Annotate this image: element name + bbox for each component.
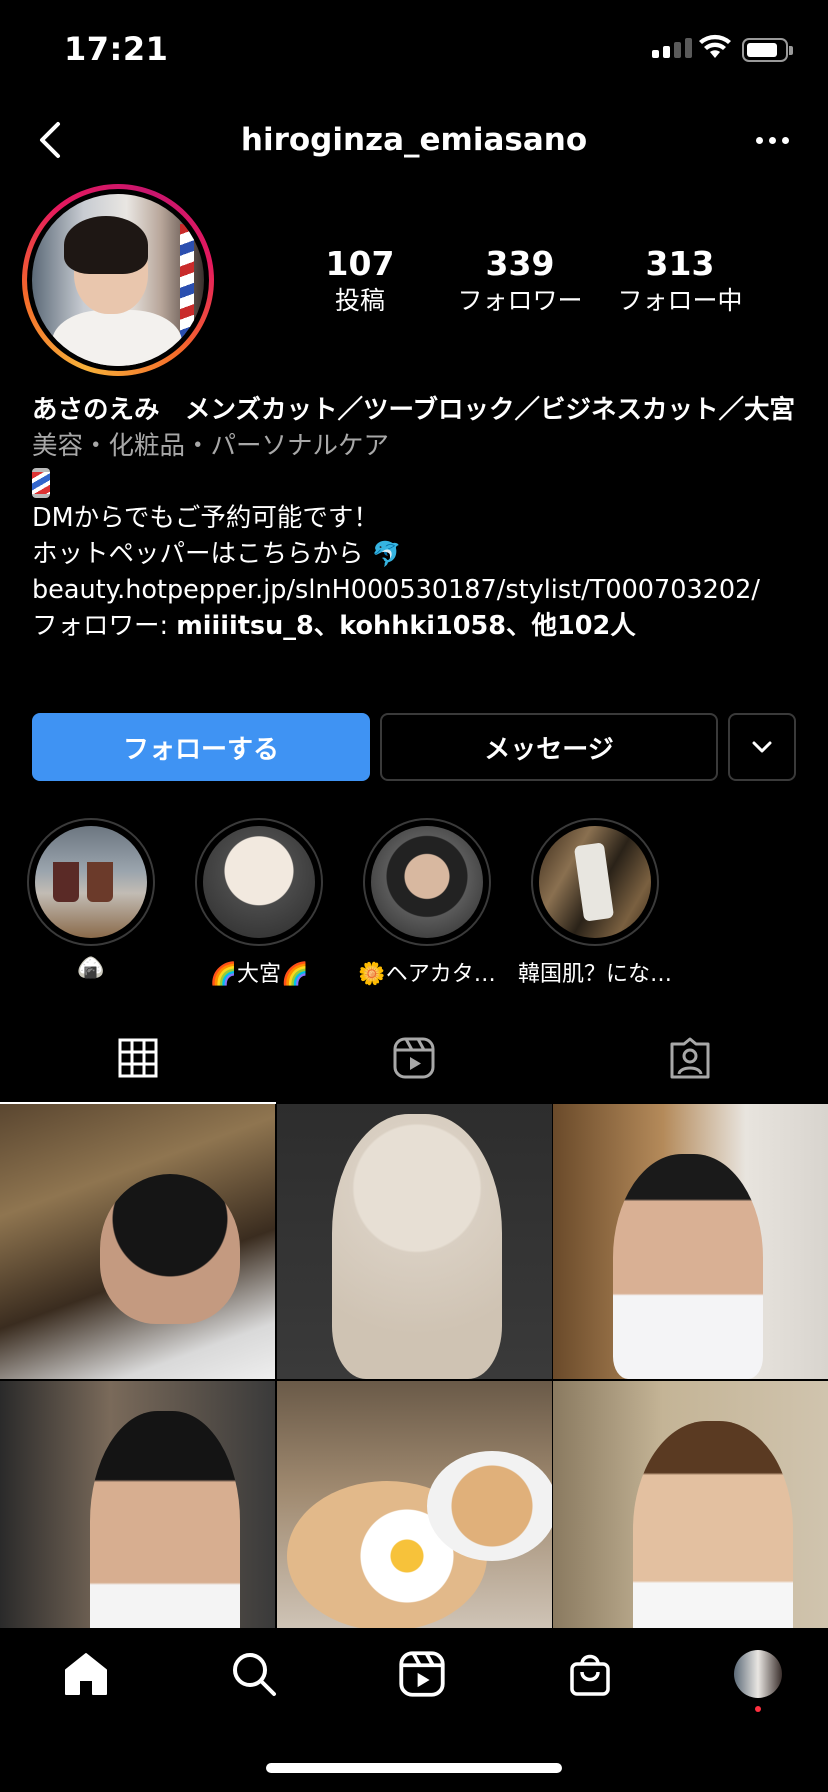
bio-line-text: ホットペッパーはこちらから (32, 539, 364, 569)
nav-search[interactable] (226, 1646, 282, 1702)
profile-category: 美容・化粧品・パーソナルケア (32, 431, 390, 461)
post-thumbnail[interactable] (0, 1104, 275, 1379)
stat-value: 339 (485, 244, 555, 283)
notification-dot (755, 1706, 761, 1712)
story-highlights: 🍙 🌈大宮🌈 🌼ヘアカタ… 韓国肌？にな… (26, 818, 806, 988)
avatar-photo (32, 194, 204, 366)
following-count[interactable]: 313 フォロー中 (600, 244, 760, 318)
profile-avatar[interactable] (22, 184, 214, 376)
cellular-signal-icon (652, 38, 692, 58)
highlight-item[interactable]: 韓国肌？にな… (518, 818, 672, 988)
highlight-item[interactable]: 🌼ヘアカタ… (358, 818, 496, 988)
post-thumbnail[interactable] (276, 1104, 552, 1379)
shopping-bag-icon (570, 1654, 610, 1696)
highlight-label: 🌈大宮🌈 (209, 962, 309, 987)
reels-icon (399, 1651, 445, 1697)
posts-count[interactable]: 107 投稿 (280, 244, 440, 318)
profile-avatar-icon (734, 1650, 782, 1698)
highlight-label: 🌼ヘアカタ… (358, 962, 496, 987)
home-icon (65, 1653, 107, 1695)
followed-by-prefix: フォロワー: (32, 611, 177, 641)
stat-label: フォロー中 (617, 286, 743, 315)
more-options-icon[interactable] (750, 120, 794, 160)
bio-link[interactable]: beauty.hotpepper.jp/slnH000530187/stylis… (32, 572, 802, 608)
status-time: 17:21 (64, 30, 169, 68)
highlight-item[interactable]: 🌈大宮🌈 (194, 818, 324, 988)
followers-count[interactable]: 339 フォロワー (440, 244, 600, 318)
grid-icon (118, 1038, 158, 1078)
profile-header: hiroginza_emiasano (0, 100, 828, 180)
search-icon (233, 1653, 276, 1696)
highlight-label: 韓国肌？にな… (517, 962, 672, 987)
profile-actions: フォローする メッセージ (32, 713, 796, 781)
stat-label: 投稿 (334, 286, 385, 315)
reels-icon (393, 1037, 435, 1079)
post-thumbnail[interactable] (553, 1104, 828, 1379)
tagged-user-icon (670, 1037, 710, 1079)
highlight-cover (371, 826, 483, 938)
profile-display-name: あさのえみ メンズカット／ツーブロック／ビジネスカット／大宮 (32, 395, 795, 425)
tab-tagged[interactable] (552, 1012, 828, 1104)
suggested-accounts-button[interactable] (728, 713, 796, 781)
followed-by[interactable]: フォロワー: miiiitsu_8、kohhki1058、他102人 (32, 608, 802, 644)
follow-button[interactable]: フォローする (32, 713, 370, 781)
wifi-icon (699, 34, 731, 58)
tab-posts-grid[interactable] (0, 1012, 276, 1104)
profile-content-tabs (0, 1012, 828, 1104)
post-thumbnail[interactable] (0, 1381, 275, 1656)
battery-icon (742, 38, 793, 62)
stat-label: フォロワー (457, 286, 583, 315)
followed-by-names: miiiitsu_8、kohhki1058、他102人 (176, 611, 636, 641)
message-button[interactable]: メッセージ (380, 713, 718, 781)
tab-reels[interactable] (276, 1012, 552, 1104)
post-grid (0, 1104, 828, 1656)
dolphin-icon: 🐬 (371, 540, 402, 568)
post-thumbnail[interactable] (553, 1381, 828, 1656)
chevron-down-icon (752, 741, 772, 753)
bio-line-hotpepper: ホットペッパーはこちらから 🐬 (32, 536, 802, 572)
nav-reels[interactable] (394, 1646, 450, 1702)
highlight-cover (203, 826, 315, 938)
home-indicator (266, 1763, 562, 1773)
nav-shop[interactable] (562, 1646, 618, 1702)
highlight-item[interactable]: 🍙 (26, 818, 156, 988)
nav-profile[interactable] (730, 1646, 786, 1712)
profile-username: hiroginza_emiasano (240, 122, 588, 158)
status-bar: 17:21 (0, 0, 828, 100)
highlight-cover (35, 826, 147, 938)
profile-stats: 107 投稿 339 フォロワー 313 フォロー中 (280, 244, 800, 318)
nav-home[interactable] (58, 1646, 114, 1702)
highlight-label: 🍙 (77, 956, 105, 981)
stat-value: 313 (645, 244, 715, 283)
barber-pole-icon (32, 468, 50, 498)
post-thumbnail[interactable] (276, 1381, 552, 1656)
profile-bio: あさのえみ メンズカット／ツーブロック／ビジネスカット／大宮 美容・化粧品・パー… (32, 392, 802, 644)
stat-value: 107 (325, 244, 395, 283)
highlight-cover (539, 826, 651, 938)
bio-line: DMからでもご予約可能です！ (32, 503, 379, 533)
